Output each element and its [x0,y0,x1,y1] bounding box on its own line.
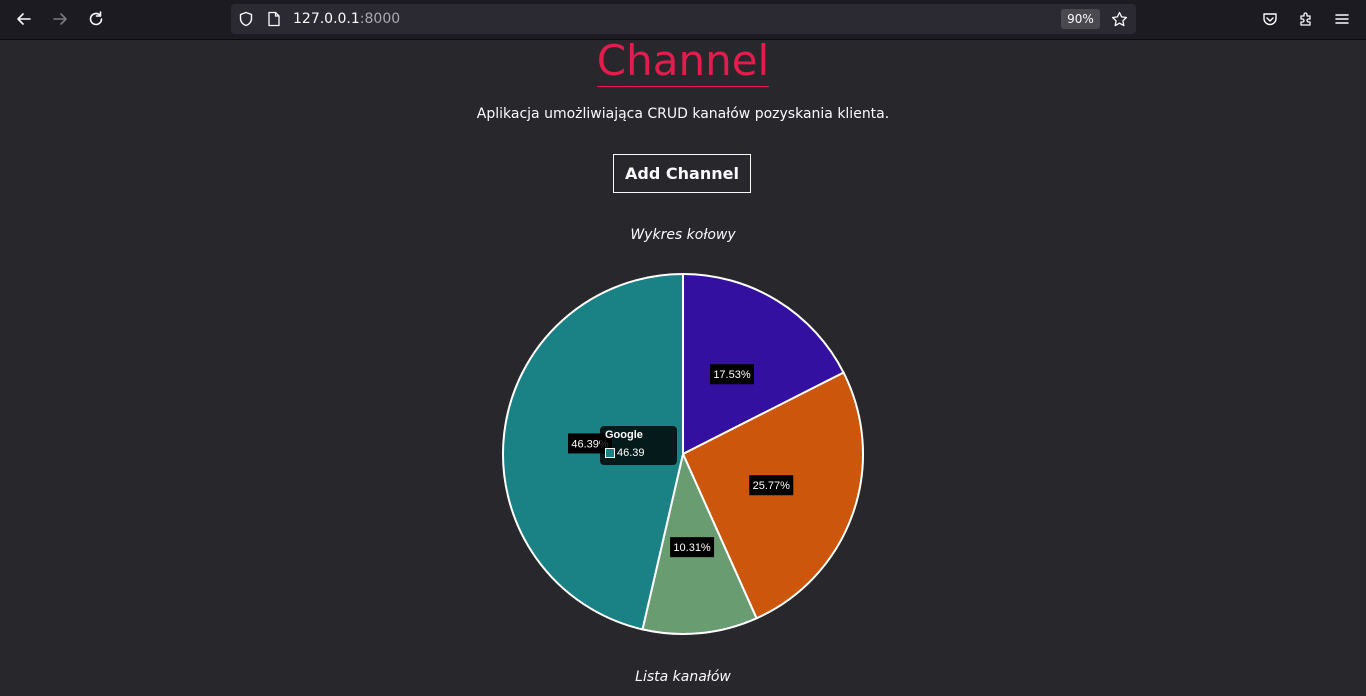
list-caption: Lista kanałów [635,669,731,685]
chart-caption: Wykres kołowy [630,227,736,243]
shield-icon[interactable] [237,10,255,28]
svg-text:10.31%: 10.31% [673,542,711,554]
svg-text:17.53%: 17.53% [713,369,751,381]
svg-text:25.77%: 25.77% [753,480,791,492]
page-title-text[interactable]: Channel [596,36,770,87]
url-host: 127.0.0.1 [293,11,360,27]
forward-arrow-icon [53,13,67,25]
url-text[interactable]: 127.0.0.1:8000 [293,11,400,27]
tooltip-title: Google [605,429,643,441]
page-title: Channel [0,36,1366,87]
pie-chart[interactable]: 17.53%25.77%10.31%46.39% [495,266,871,642]
tooltip-color-swatch [605,448,615,458]
zoom-level-badge[interactable]: 90% [1061,9,1100,29]
page-subtitle: Aplikacja umożliwiająca CRUD kanałów poz… [476,106,890,122]
pocket-icon[interactable] [1261,10,1279,28]
add-channel-button[interactable]: Add Channel [613,154,751,193]
chart-tooltip: Google 46.39 [600,426,677,465]
reload-icon [89,11,103,26]
forward-button[interactable] [46,5,74,33]
reload-button[interactable] [82,5,110,33]
pie-slice-label-0: 17.53% [709,364,754,385]
back-button[interactable] [10,5,38,33]
url-bar[interactable]: 127.0.0.1:8000 90% [231,4,1136,34]
pie-slice-label-1: 25.77% [749,475,794,496]
back-arrow-icon [17,13,31,25]
tooltip-value: 46.39 [617,447,645,459]
extensions-icon[interactable] [1297,10,1315,28]
browser-toolbar: 127.0.0.1:8000 90% [0,0,1366,40]
star-icon[interactable] [1110,10,1128,28]
url-port: :8000 [359,11,401,27]
pie-slice-label-2: 10.31% [670,537,715,558]
page-icon[interactable] [265,10,283,28]
menu-icon[interactable] [1333,10,1351,28]
